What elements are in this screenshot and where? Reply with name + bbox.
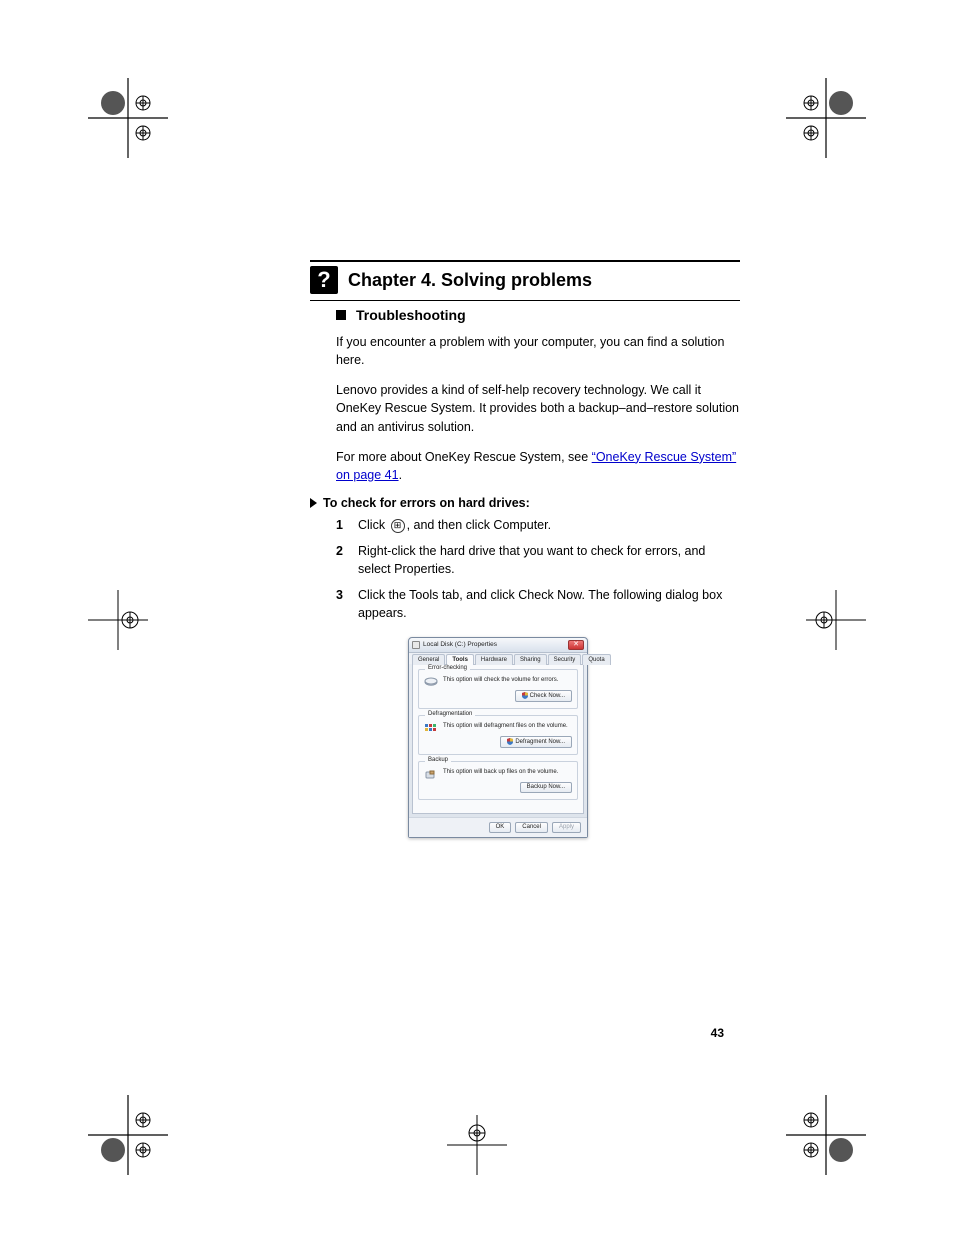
drive-icon xyxy=(412,641,420,649)
defrag-icon xyxy=(424,723,438,733)
page-content: ? Chapter 4. Solving problems Troublesho… xyxy=(310,258,740,838)
print-registration-mark xyxy=(786,78,866,158)
cancel-button[interactable]: Cancel xyxy=(515,822,548,833)
steps-lead-text: To check for errors on hard drives: xyxy=(323,496,530,510)
defragment-now-button[interactable]: Defragment Now... xyxy=(500,736,572,748)
apply-button[interactable]: Apply xyxy=(552,822,581,833)
tab-hardware[interactable]: Hardware xyxy=(475,654,513,665)
dialog-tabs: General Tools Hardware Sharing Security … xyxy=(409,653,587,664)
group-text: This option will back up files on the vo… xyxy=(443,769,572,775)
steps-list: 1 Click ⊞, and then click Computer. 2 Ri… xyxy=(336,516,740,623)
properties-dialog: Local Disk (C:) Properties ✕ General Too… xyxy=(408,637,588,838)
backup-now-button[interactable]: Backup Now... xyxy=(520,782,572,793)
tab-sharing[interactable]: Sharing xyxy=(514,654,547,665)
print-registration-mark xyxy=(88,78,168,158)
dialog-titlebar: Local Disk (C:) Properties ✕ xyxy=(409,638,587,653)
tab-general[interactable]: General xyxy=(412,654,445,665)
backup-icon xyxy=(424,769,438,779)
check-now-button[interactable]: Check Now... xyxy=(515,690,572,702)
help-icon: ? xyxy=(310,266,338,294)
steps-lead: To check for errors on hard drives: xyxy=(310,496,740,510)
chapter-heading: Chapter 4. Solving problems xyxy=(348,270,592,291)
section-heading: Troubleshooting xyxy=(356,307,466,323)
dialog-figure: Local Disk (C:) Properties ✕ General Too… xyxy=(408,637,588,838)
step-item: 3 Click the Tools tab, and click Check N… xyxy=(336,586,740,622)
tab-tools[interactable]: Tools xyxy=(446,654,474,665)
step-number: 2 xyxy=(336,542,350,578)
print-registration-mark xyxy=(88,1095,168,1175)
group-error-checking: Error-checking This option will check th… xyxy=(418,669,578,709)
shield-icon xyxy=(507,738,513,745)
step-item: 2 Right-click the hard drive that you wa… xyxy=(336,542,740,578)
text: For more about OneKey Rescue System, see xyxy=(336,450,592,464)
button-label: Check Now... xyxy=(530,693,565,699)
button-label: Backup Now... xyxy=(527,784,565,790)
group-title: Error-checking xyxy=(425,665,470,671)
step-text: Click the Tools tab, and click Check Now… xyxy=(358,586,740,622)
windows-start-icon: ⊞ xyxy=(391,519,405,533)
triangle-bullet-icon xyxy=(310,498,317,508)
group-backup: Backup This option will back up files on… xyxy=(418,761,578,800)
divider xyxy=(310,260,740,262)
print-registration-mark xyxy=(88,590,148,650)
print-registration-mark xyxy=(806,590,866,650)
dialog-footer: OK Cancel Apply xyxy=(409,817,587,837)
group-defragmentation: Defragmentation This option will defragm… xyxy=(418,715,578,755)
shield-icon xyxy=(522,692,528,699)
group-title: Backup xyxy=(425,757,451,763)
divider xyxy=(310,300,740,301)
dialog-panel: Error-checking This option will check th… xyxy=(412,664,584,814)
step-item: 1 Click ⊞, and then click Computer. xyxy=(336,516,740,534)
print-registration-mark xyxy=(447,1115,507,1175)
tab-security[interactable]: Security xyxy=(548,654,582,665)
paragraph: Lenovo provides a kind of self-help reco… xyxy=(336,381,740,435)
print-registration-mark xyxy=(786,1095,866,1175)
step-text: Click ⊞, and then click Computer. xyxy=(358,516,551,534)
close-button[interactable]: ✕ xyxy=(568,640,584,650)
tab-quota[interactable]: Quota xyxy=(582,654,610,665)
step-number: 3 xyxy=(336,586,350,622)
step-text: Right-click the hard drive that you want… xyxy=(358,542,740,578)
ok-button[interactable]: OK xyxy=(489,822,512,833)
text: . xyxy=(399,468,402,482)
page-number: 43 xyxy=(711,1026,724,1040)
group-text: This option will check the volume for er… xyxy=(443,677,572,683)
step-number: 1 xyxy=(336,516,350,534)
group-text: This option will defragment files on the… xyxy=(443,723,572,729)
button-label: Defragment Now... xyxy=(515,739,565,745)
dialog-title: Local Disk (C:) Properties xyxy=(423,641,497,648)
disk-check-icon xyxy=(424,677,438,687)
paragraph: If you encounter a problem with your com… xyxy=(336,333,740,369)
paragraph: For more about OneKey Rescue System, see… xyxy=(336,448,740,484)
group-title: Defragmentation xyxy=(425,711,475,717)
square-bullet-icon xyxy=(336,310,346,320)
